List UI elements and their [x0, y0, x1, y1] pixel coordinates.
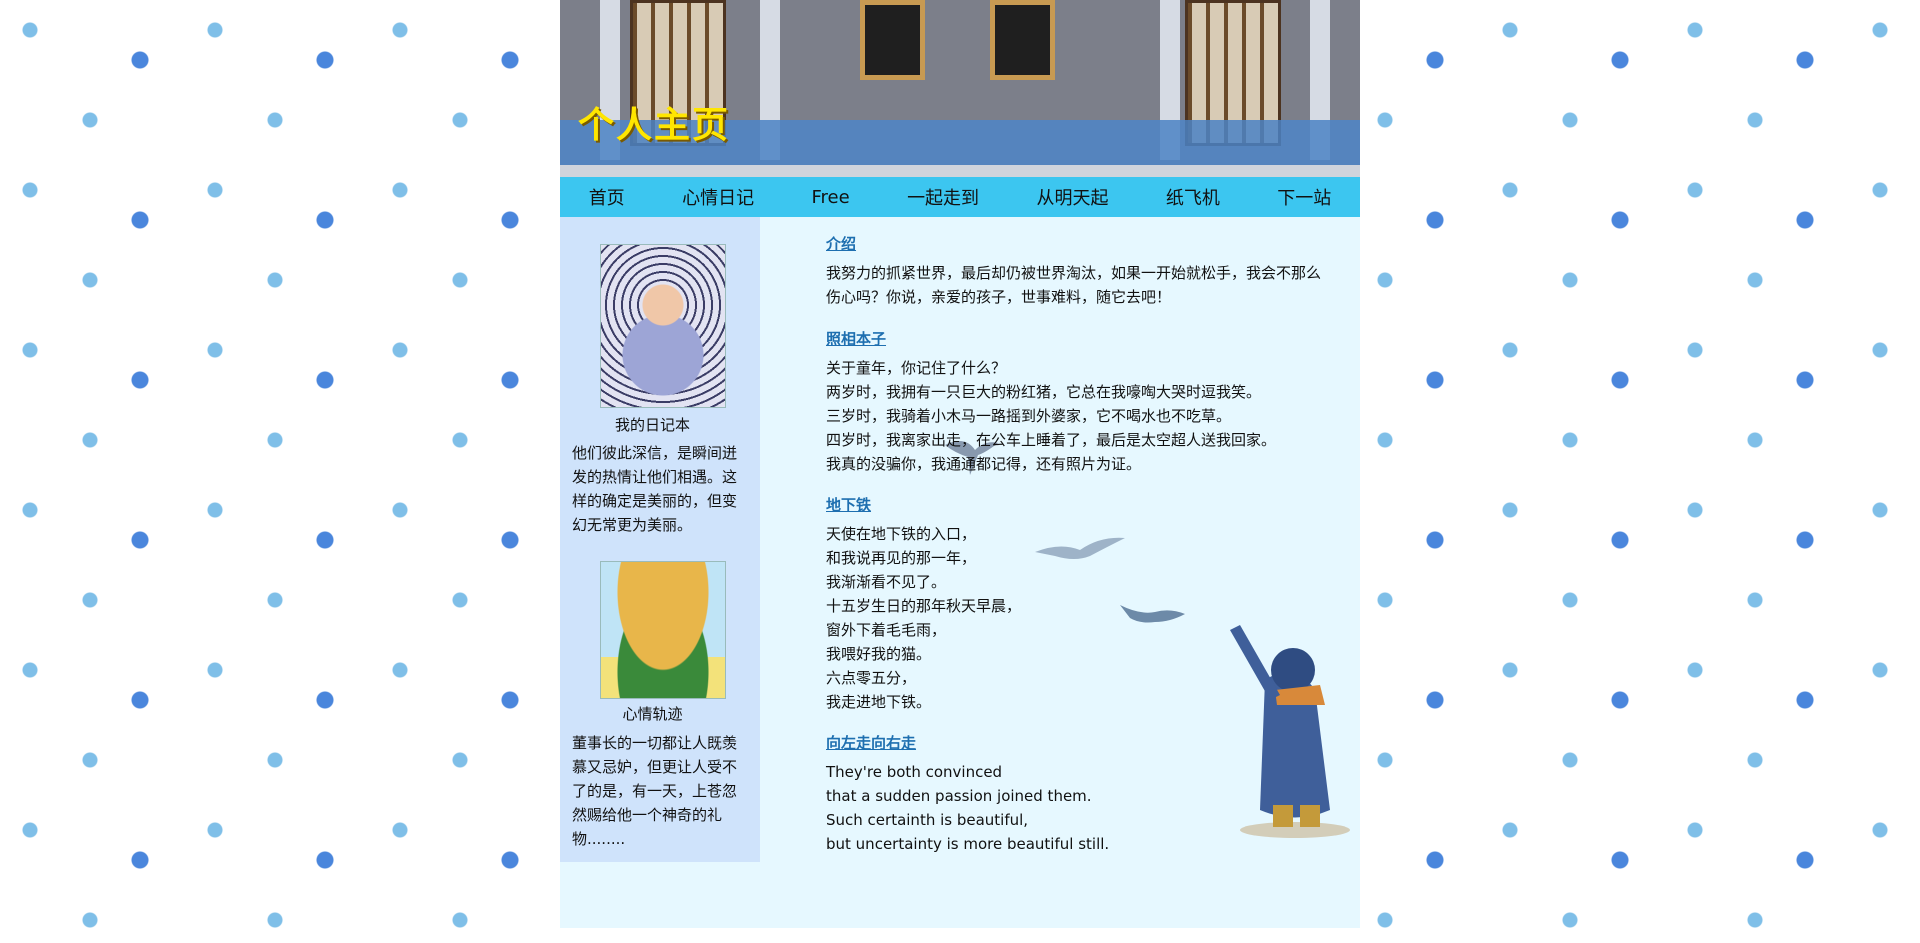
section-photo-album: 照相本子 关于童年，你记住了什么？ 两岁时，我拥有一只巨大的粉红猪，它总在我嚎啕…	[826, 328, 1276, 476]
nav-item-free[interactable]: Free	[811, 187, 849, 208]
seagull-illustration	[1035, 537, 1125, 559]
section-subway: 地下铁 天使在地下铁的入口， 和我说再见的那一年， 我渐渐看不见了。 十五岁生日…	[826, 494, 1021, 714]
section-body: They're both convinced that a sudden pas…	[826, 760, 1109, 856]
text-line: 我喂好我的猫。	[826, 645, 932, 663]
text-line: 窗外下着毛毛雨，	[826, 621, 947, 639]
banner-window	[860, 0, 925, 80]
nav-item-next-stop[interactable]: 下一站	[1277, 184, 1331, 210]
banner-base	[560, 165, 1360, 177]
text-line: 我真的没骗你，我通通都记得，还有照片为证。	[826, 455, 1142, 473]
text-line: 我走进地下铁。	[826, 693, 932, 711]
nav-item-home[interactable]: 首页	[589, 184, 625, 210]
mood-thumbnail-image[interactable]	[600, 561, 726, 699]
boy-with-bird-illustration	[1230, 625, 1350, 838]
text-line: 和我说再见的那一年，	[826, 549, 977, 567]
section-title-subway[interactable]: 地下铁	[826, 494, 1021, 516]
mood-caption: 心情轨迹	[622, 705, 683, 723]
section-turn-left-turn-right: 向左走向右走 They're both convinced that a sud…	[826, 732, 1109, 856]
banner-window	[990, 0, 1055, 80]
bird-on-hand-illustration	[1120, 605, 1185, 623]
text-line: 四岁时，我离家出走，在公车上睡着了，最后是太空超人送我回家。	[826, 431, 1277, 449]
text-line: 我努力的抓紧世界，最后却仍被世界淘汰，如果一开始就松手，我会不那么	[826, 264, 1322, 282]
sidebar: 我的日记本 他们彼此深信，是瞬间迸发的热情让他们相遇。这样的确定是美丽的，但变幻…	[560, 217, 760, 862]
section-title-intro[interactable]: 介绍	[826, 233, 1321, 255]
nav-item-from-tomorrow[interactable]: 从明天起	[1036, 184, 1108, 210]
nav-item-paper-plane[interactable]: 纸飞机	[1166, 184, 1220, 210]
text-line: 两岁时，我拥有一只巨大的粉红猪，它总在我嚎啕大哭时逗我笑。	[826, 383, 1262, 401]
main-nav: 首页 心情日记 Free 一起走到 从明天起 纸飞机 下一站	[560, 177, 1360, 217]
text-line: 六点零五分，	[826, 669, 917, 687]
text-line: that a sudden passion joined them.	[826, 787, 1092, 805]
text-line: 关于童年，你记住了什么？	[826, 359, 1007, 377]
text-line: 伤心吗？你说，亲爱的孩子，世事难料，随它去吧！	[826, 288, 1172, 306]
diary-description: 他们彼此深信，是瞬间迸发的热情让他们相遇。这样的确定是美丽的，但变幻无常更为美丽…	[572, 444, 738, 534]
text-line: 十五岁生日的那年秋天早晨，	[826, 597, 1022, 615]
diary-thumbnail-image[interactable]	[600, 244, 726, 408]
section-body: 我努力的抓紧世界，最后却仍被世界淘汰，如果一开始就松手，我会不那么 伤心吗？你说…	[826, 261, 1321, 309]
nav-item-mood-diary[interactable]: 心情日记	[682, 184, 754, 210]
text-line: They're both convinced	[826, 763, 1003, 781]
mood-description: 董事长的一切都让人既羡慕又忌妒，但更让人受不了的是，有一天，上苍忽然赐给他一个神…	[572, 734, 738, 848]
site-title: 个人主页	[578, 105, 731, 146]
text-line: Such certainth is beautiful,	[826, 811, 1029, 829]
page-container: 个人主页 首页 心情日记 Free 一起走到 从明天起 纸飞机 下一站 我的日记…	[560, 0, 1360, 928]
section-intro: 介绍 我努力的抓紧世界，最后却仍被世界淘汰，如果一开始就松手，我会不那么 伤心吗…	[826, 233, 1321, 309]
text-line: 天使在地下铁的入口，	[826, 525, 977, 543]
header-banner: 个人主页	[560, 0, 1360, 177]
section-title-turn-left-turn-right[interactable]: 向左走向右走	[826, 732, 1109, 754]
text-line: 我渐渐看不见了。	[826, 573, 947, 591]
section-body: 天使在地下铁的入口， 和我说再见的那一年， 我渐渐看不见了。 十五岁生日的那年秋…	[826, 522, 1021, 714]
nav-item-walk-together[interactable]: 一起走到	[907, 184, 979, 210]
text-line: 三岁时，我骑着小木马一路摇到外婆家，它不喝水也不吃草。	[826, 407, 1232, 425]
diary-caption: 我的日记本	[614, 416, 690, 434]
section-body: 关于童年，你记住了什么？ 两岁时，我拥有一只巨大的粉红猪，它总在我嚎啕大哭时逗我…	[826, 356, 1276, 476]
section-title-photo-album[interactable]: 照相本子	[826, 328, 1276, 350]
text-line: but uncertainty is more beautiful still.	[826, 835, 1110, 853]
